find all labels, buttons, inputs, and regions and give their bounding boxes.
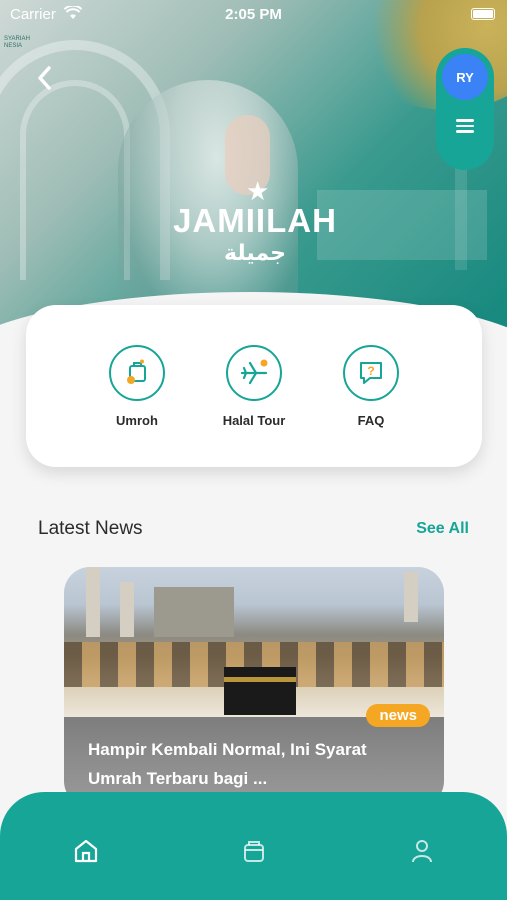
building-shape — [154, 587, 234, 637]
home-icon[interactable] — [72, 837, 102, 867]
svg-text:?: ? — [367, 364, 374, 378]
luggage-icon — [109, 345, 165, 401]
status-time: 2:05 PM — [225, 6, 282, 23]
mosque-arch-decoration-inner — [20, 80, 130, 280]
bag-icon[interactable] — [240, 837, 270, 867]
kaaba-shape — [224, 667, 296, 715]
service-label: Umroh — [116, 413, 158, 428]
hamburger-menu-button[interactable] — [452, 116, 478, 142]
avatar[interactable]: RY — [442, 54, 488, 100]
chevron-left-icon — [38, 66, 51, 90]
brand-arabic: جميلة — [224, 240, 286, 265]
star-icon: ★ — [246, 176, 270, 206]
profile-icon[interactable] — [408, 837, 438, 867]
service-halal-tour[interactable]: Halal Tour — [199, 345, 309, 428]
status-bar: Carrier 2:05 PM — [0, 0, 507, 28]
airplane-icon — [226, 345, 282, 401]
battery-icon — [471, 8, 495, 20]
back-button[interactable] — [34, 64, 62, 98]
services-card: Umroh Halal Tour ? FAQ — [26, 305, 482, 467]
brand-name: JAMIILAH — [173, 202, 337, 239]
news-headline: Hampir Kembali Normal, Ini Syarat Umrah … — [88, 740, 367, 788]
see-all-link[interactable]: See All — [416, 520, 469, 538]
tower-shape — [120, 582, 134, 637]
latest-news-heading: Latest News — [38, 518, 143, 539]
tower-shape — [86, 567, 100, 637]
news-image — [64, 567, 444, 717]
service-umroh[interactable]: Umroh — [82, 345, 192, 428]
tower-shape — [404, 572, 418, 622]
question-chat-icon: ? — [343, 345, 399, 401]
service-label: Halal Tour — [222, 413, 286, 428]
news-card[interactable]: news Hampir Kembali Normal, Ini Syarat U… — [64, 567, 444, 807]
partner-logo-text: SYARIAH NESIA — [4, 36, 30, 49]
news-badge: news — [366, 704, 430, 727]
bottom-navigation — [0, 792, 507, 900]
service-label: FAQ — [357, 413, 385, 428]
service-faq[interactable]: ? FAQ — [316, 345, 426, 428]
